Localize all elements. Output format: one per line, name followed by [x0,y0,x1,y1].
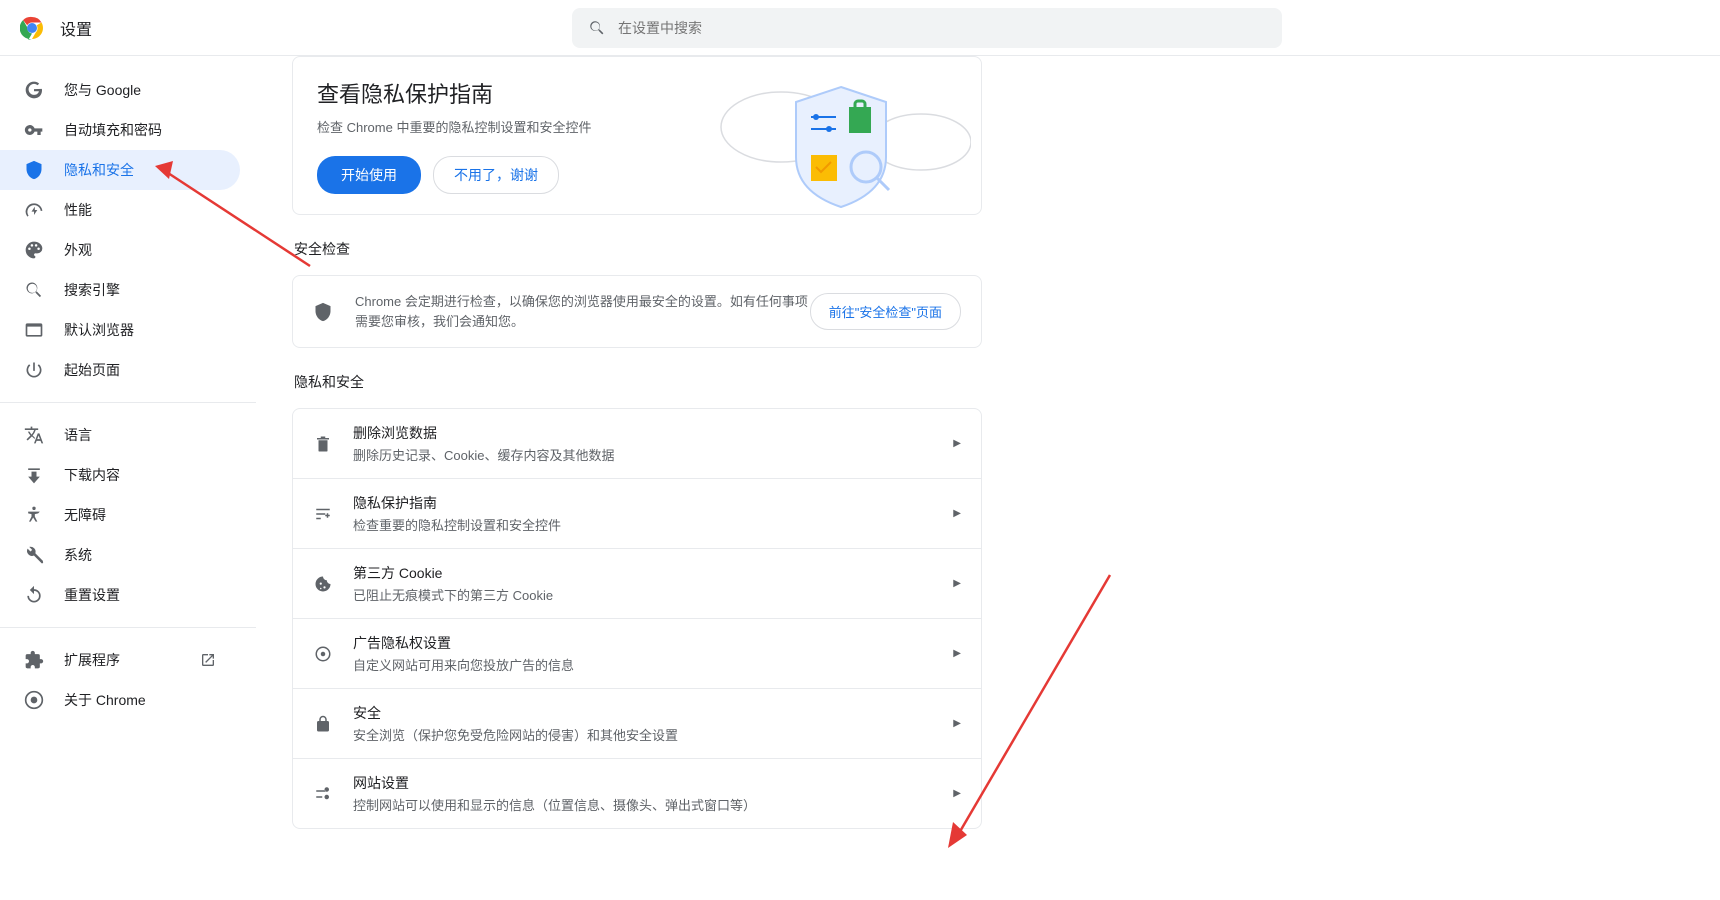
sidebar-item-label: 搜索引擎 [64,280,120,300]
sidebar: 您与 Google 自动填充和密码 隐私和安全 性能 外观 搜索引擎 默认浏览器 [0,56,256,900]
dismiss-button[interactable]: 不用了，谢谢 [433,156,559,194]
sidebar-divider [0,627,256,628]
sidebar-item-reset[interactable]: 重置设置 [0,575,240,615]
sidebar-item-label: 您与 Google [64,80,141,100]
chrome-icon [24,690,44,710]
privacy-guide-card: 查看隐私保护指南 检查 Chrome 中重要的隐私控制设置和安全控件 开始使用 … [292,56,982,215]
sidebar-item-label: 外观 [64,240,92,260]
list-item-desc: 自定义网站可用来向您投放广告的信息 [353,655,953,674]
sidebar-item-label: 下载内容 [64,465,120,485]
sidebar-item-label: 重置设置 [64,585,120,605]
search-input[interactable] [618,20,1266,36]
key-icon [24,120,44,140]
section-title-safety-check: 安全检查 [294,239,982,259]
wrench-icon [24,545,44,565]
extension-icon [24,650,44,670]
safety-check-card: Chrome 会定期进行检查，以确保您的浏览器使用最安全的设置。如有任何事项需要… [292,275,982,348]
shield-icon [313,302,337,322]
list-item-ad-privacy[interactable]: 广告隐私权设置 自定义网站可用来向您投放广告的信息 ▶ [293,619,981,689]
reset-icon [24,585,44,605]
list-item-title: 删除浏览数据 [353,423,953,443]
external-link-icon [200,652,216,668]
sidebar-item-label: 自动填充和密码 [64,120,162,140]
sidebar-item-you-and-google[interactable]: 您与 Google [0,70,240,110]
sidebar-item-label: 起始页面 [64,360,120,380]
chevron-right-icon: ▶ [953,438,961,449]
chevron-right-icon: ▶ [953,718,961,729]
list-item-desc: 已阻止无痕模式下的第三方 Cookie [353,585,953,604]
ad-icon [313,645,333,663]
sidebar-item-default-browser[interactable]: 默认浏览器 [0,310,240,350]
list-item-title: 隐私保护指南 [353,493,953,513]
page-title: 设置 [60,16,92,40]
chevron-right-icon: ▶ [953,508,961,519]
tune-icon [313,505,333,523]
list-item-title: 安全 [353,703,953,723]
sidebar-divider [0,402,256,403]
browser-icon [24,320,44,340]
tune-icon [313,785,333,803]
download-icon [24,465,44,485]
sidebar-item-privacy-security[interactable]: 隐私和安全 [0,150,240,190]
sidebar-item-accessibility[interactable]: 无障碍 [0,495,240,535]
sidebar-item-extensions[interactable]: 扩展程序 [0,640,240,680]
privacy-list: 删除浏览数据 删除历史记录、Cookie、缓存内容及其他数据 ▶ 隐私保护指南 … [292,408,982,829]
search-icon [588,19,606,37]
sidebar-item-label: 系统 [64,545,92,565]
goto-safety-check-button[interactable]: 前往"安全检查"页面 [810,293,961,330]
power-icon [24,360,44,380]
list-item-third-party-cookies[interactable]: 第三方 Cookie 已阻止无痕模式下的第三方 Cookie ▶ [293,549,981,619]
chrome-logo-icon [20,16,44,40]
sidebar-item-label: 关于 Chrome [64,690,146,710]
sidebar-item-label: 语言 [64,425,92,445]
translate-icon [24,425,44,445]
list-item-title: 广告隐私权设置 [353,633,953,653]
sidebar-item-system[interactable]: 系统 [0,535,240,575]
sidebar-item-label: 无障碍 [64,505,106,525]
accessibility-icon [24,505,44,525]
section-title-privacy: 隐私和安全 [294,372,982,392]
safety-check-text: Chrome 会定期进行检查，以确保您的浏览器使用最安全的设置。如有任何事项需要… [355,292,810,331]
header-left: 设置 [20,16,92,40]
search-box[interactable] [572,8,1282,48]
list-item-site-settings[interactable]: 网站设置 控制网站可以使用和显示的信息（位置信息、摄像头、弹出式窗口等） ▶ [293,759,981,828]
chevron-right-icon: ▶ [953,578,961,589]
list-item-desc: 检查重要的隐私控制设置和安全控件 [353,515,953,534]
sidebar-item-autofill[interactable]: 自动填充和密码 [0,110,240,150]
sidebar-item-on-startup[interactable]: 起始页面 [0,350,240,390]
search-icon [24,280,44,300]
sidebar-item-label: 扩展程序 [64,650,120,670]
main-content: 查看隐私保护指南 检查 Chrome 中重要的隐私控制设置和安全控件 开始使用 … [256,56,1720,900]
sidebar-item-appearance[interactable]: 外观 [0,230,240,270]
header: 设置 [0,0,1720,56]
sidebar-item-search-engine[interactable]: 搜索引擎 [0,270,240,310]
list-item-desc: 安全浏览（保护您免受危险网站的侵害）和其他安全设置 [353,725,953,744]
sidebar-item-performance[interactable]: 性能 [0,190,240,230]
sidebar-item-languages[interactable]: 语言 [0,415,240,455]
cookie-icon [313,575,333,593]
sidebar-item-label: 性能 [64,200,92,220]
list-item-desc: 控制网站可以使用和显示的信息（位置信息、摄像头、弹出式窗口等） [353,795,953,814]
list-item-desc: 删除历史记录、Cookie、缓存内容及其他数据 [353,445,953,464]
chevron-right-icon: ▶ [953,648,961,659]
sidebar-item-about-chrome[interactable]: 关于 Chrome [0,680,240,720]
privacy-illustration [711,67,971,217]
sidebar-item-label: 隐私和安全 [64,160,134,180]
chevron-right-icon: ▶ [953,788,961,799]
list-item-clear-browsing-data[interactable]: 删除浏览数据 删除历史记录、Cookie、缓存内容及其他数据 ▶ [293,409,981,479]
sidebar-item-label: 默认浏览器 [64,320,134,340]
speedometer-icon [24,200,44,220]
google-g-icon [24,80,44,100]
palette-icon [24,240,44,260]
list-item-privacy-guide[interactable]: 隐私保护指南 检查重要的隐私控制设置和安全控件 ▶ [293,479,981,549]
list-item-security[interactable]: 安全 安全浏览（保护您免受危险网站的侵害）和其他安全设置 ▶ [293,689,981,759]
sidebar-item-downloads[interactable]: 下载内容 [0,455,240,495]
trash-icon [313,435,333,453]
list-item-title: 网站设置 [353,773,953,793]
shield-icon [24,160,44,180]
lock-icon [313,715,333,733]
start-button[interactable]: 开始使用 [317,156,421,194]
list-item-title: 第三方 Cookie [353,563,953,583]
